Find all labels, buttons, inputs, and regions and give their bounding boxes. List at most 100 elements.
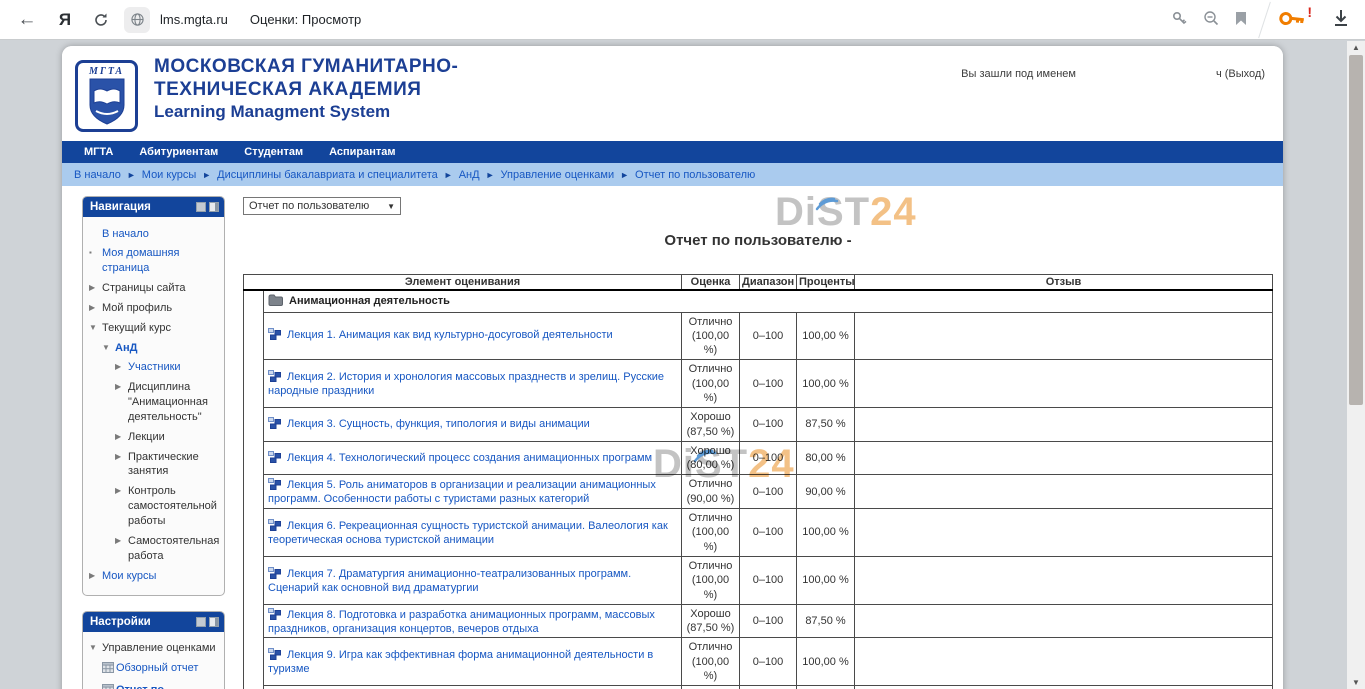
- grade-cell: Отлично(100,00 %): [682, 360, 740, 408]
- grade-item-link[interactable]: Лекция 2. История и хронология массовых …: [268, 371, 664, 397]
- grade-item-link[interactable]: Лекция 7. Драматургия анимационно-театра…: [268, 568, 631, 594]
- grade-item-link[interactable]: Лекция 9. Игра как эффективная форма ани…: [268, 649, 653, 675]
- col-header-percent: Проценты: [797, 275, 855, 291]
- folder-icon: [268, 294, 283, 306]
- address-bar[interactable]: lms.mgta.ru Оценки: Просмотр: [122, 5, 1365, 35]
- grade-row: Лекция 6. Рекреационная сущность туристс…: [244, 509, 1273, 557]
- scroll-up-icon[interactable]: ▲: [1347, 43, 1365, 52]
- main-content: Отчет по пользователю ▼ Отчет по пользов…: [243, 196, 1278, 689]
- tree-collapsed-icon[interactable]: ▶: [89, 569, 102, 582]
- password-alert-icon[interactable]: !: [1280, 7, 1310, 33]
- yandex-logo-icon[interactable]: Я: [52, 7, 78, 33]
- downloads-icon[interactable]: [1331, 8, 1351, 31]
- nav-item-aspirantam[interactable]: Аспирантам: [329, 146, 395, 158]
- breadcrumb-separator: ►: [486, 170, 495, 180]
- page-scrollbar[interactable]: ▲ ▼: [1347, 41, 1365, 689]
- grade-cell: Отлично(90,00 %): [682, 475, 740, 509]
- sidebar-item[interactable]: Обзорный отчет: [89, 659, 221, 681]
- settings-block: Настройки ▼Управление оценкамиОбзорный о…: [82, 611, 225, 689]
- sidebar-item[interactable]: ▶Самостоятельная работа: [89, 531, 221, 566]
- tree-collapsed-icon[interactable]: ▶: [115, 430, 128, 443]
- breadcrumb-item[interactable]: Отчет по пользователю: [635, 169, 755, 181]
- nav-item-studentam[interactable]: Студентам: [244, 146, 303, 158]
- sidebar-item[interactable]: ▶Мои курсы: [89, 566, 221, 586]
- grade-cell: Отлично(100,00 %): [682, 509, 740, 557]
- scroll-down-icon[interactable]: ▼: [1347, 678, 1365, 687]
- grade-cell: Отлично(100,00 %): [682, 638, 740, 686]
- back-icon[interactable]: ←: [14, 7, 40, 33]
- lesson-icon: [268, 567, 281, 579]
- breadcrumb-item[interactable]: Управление оценками: [501, 169, 615, 181]
- tree-expanded-icon[interactable]: ▼: [89, 641, 102, 654]
- sidebar-item[interactable]: ▼АнД: [89, 338, 221, 358]
- percent-cell: 100,00 %: [797, 360, 855, 408]
- grade-item-link[interactable]: Лекция 8. Подготовка и разработка анимац…: [268, 609, 655, 635]
- tree-expanded-icon[interactable]: ▼: [102, 341, 115, 354]
- sidebar-item[interactable]: ▶Контроль самостоятельной работы: [89, 482, 221, 532]
- feedback-cell: [855, 360, 1273, 408]
- grade-item-link[interactable]: Лекция 1. Анимация как вид культурно-дос…: [287, 329, 613, 341]
- grade-item-link[interactable]: Лекция 4. Технологический процесс создан…: [287, 452, 652, 464]
- block-dock-icon[interactable]: [209, 202, 219, 212]
- bookmark-icon[interactable]: [1235, 11, 1247, 29]
- range-cell: 0–100: [740, 556, 797, 604]
- logo-abbr-text: МГТА: [89, 66, 124, 77]
- sidebar-item[interactable]: В начало: [89, 224, 221, 244]
- block-dock-icon[interactable]: [209, 617, 219, 627]
- nav-item-abiturientam[interactable]: Абитуриентам: [139, 146, 218, 158]
- grade-item-cell: Лекция 5. Роль аниматоров в организации …: [264, 475, 682, 509]
- grade-item-link[interactable]: Лекция 3. Сущность, функция, типология и…: [287, 418, 590, 430]
- academy-logo: МГТА: [75, 60, 138, 132]
- breadcrumb-separator: ►: [620, 170, 629, 180]
- category-row: Анимационная деятельность: [244, 290, 1273, 312]
- zoom-find-icon[interactable]: [1203, 10, 1219, 29]
- block-hide-icon[interactable]: [196, 617, 206, 627]
- tree-collapsed-icon[interactable]: ▶: [115, 450, 128, 463]
- lesson-icon: [268, 451, 281, 463]
- range-cell: 0–100: [740, 312, 797, 360]
- tree-expanded-icon[interactable]: ▼: [89, 321, 102, 334]
- tree-collapsed-icon[interactable]: ▶: [115, 380, 128, 393]
- range-cell: 0–100: [740, 360, 797, 408]
- sidebar-item[interactable]: ▶Дисциплина "Анимационная деятельность": [89, 378, 221, 428]
- grade-item-link[interactable]: Лекция 5. Роль аниматоров в организации …: [268, 479, 656, 505]
- breadcrumb-item[interactable]: В начало: [74, 169, 121, 181]
- tree-collapsed-icon[interactable]: ▶: [89, 301, 102, 314]
- grade-table-body: Анимационная деятельность Лекция 1. Анима…: [244, 290, 1273, 689]
- breadcrumb-item[interactable]: Дисциплины бакалавриата и специалитета: [217, 169, 438, 181]
- sidebar-item[interactable]: ▶Практические занятия: [89, 447, 221, 482]
- breadcrumb-item[interactable]: АнД: [459, 169, 480, 181]
- nav-item-mgta[interactable]: МГТА: [84, 146, 113, 158]
- grade-item-link[interactable]: Лекция 6. Рекреационная сущность туристс…: [268, 520, 668, 546]
- sidebar-item[interactable]: ▶Страницы сайта: [89, 279, 221, 299]
- sidebar-item[interactable]: ▼Текущий курс: [89, 318, 221, 338]
- sidebar-item-label: Самостоятельная работа: [128, 534, 221, 564]
- feedback-cell: [855, 509, 1273, 557]
- tree-collapsed-icon[interactable]: ▶: [115, 360, 128, 373]
- breadcrumb-item[interactable]: Мои курсы: [142, 169, 196, 181]
- sidebar-item[interactable]: ▼Управление оценками: [89, 639, 221, 659]
- sidebar-item[interactable]: ▶Лекции: [89, 427, 221, 447]
- logout-link[interactable]: ч (Выход): [1216, 68, 1265, 80]
- url-text[interactable]: lms.mgta.ru: [160, 12, 228, 27]
- percent-cell: 100,00 %: [797, 556, 855, 604]
- sidebar-item-label: Текущий курс: [102, 321, 171, 336]
- sidebar-item[interactable]: ▶Участники: [89, 358, 221, 378]
- lesson-icon: [268, 519, 281, 531]
- sidebar-item[interactable]: Отчет по пользователю: [89, 681, 221, 689]
- page-background: МГТА МОСКОВСКАЯ ГУМАНИТАРНО- ТЕХНИЧЕСКАЯ…: [0, 41, 1365, 689]
- feedback-cell: [855, 475, 1273, 509]
- report-type-select[interactable]: Отчет по пользователю ▼: [243, 197, 401, 215]
- refresh-icon[interactable]: [88, 7, 114, 33]
- grade-cell: Хорошо(87,50 %): [682, 604, 740, 638]
- tree-collapsed-icon[interactable]: ▶: [115, 484, 128, 497]
- block-hide-icon[interactable]: [196, 202, 206, 212]
- breadcrumb-separator: ►: [202, 170, 211, 180]
- site-globe-icon: [124, 7, 150, 33]
- protect-key-icon[interactable]: [1172, 11, 1187, 29]
- tree-collapsed-icon[interactable]: ▶: [89, 281, 102, 294]
- tree-collapsed-icon[interactable]: ▶: [115, 534, 128, 547]
- sidebar-item[interactable]: ▶Мой профиль: [89, 298, 221, 318]
- scrollbar-thumb[interactable]: [1349, 55, 1363, 405]
- sidebar-item[interactable]: ▪Моя домашняя страница: [89, 244, 221, 279]
